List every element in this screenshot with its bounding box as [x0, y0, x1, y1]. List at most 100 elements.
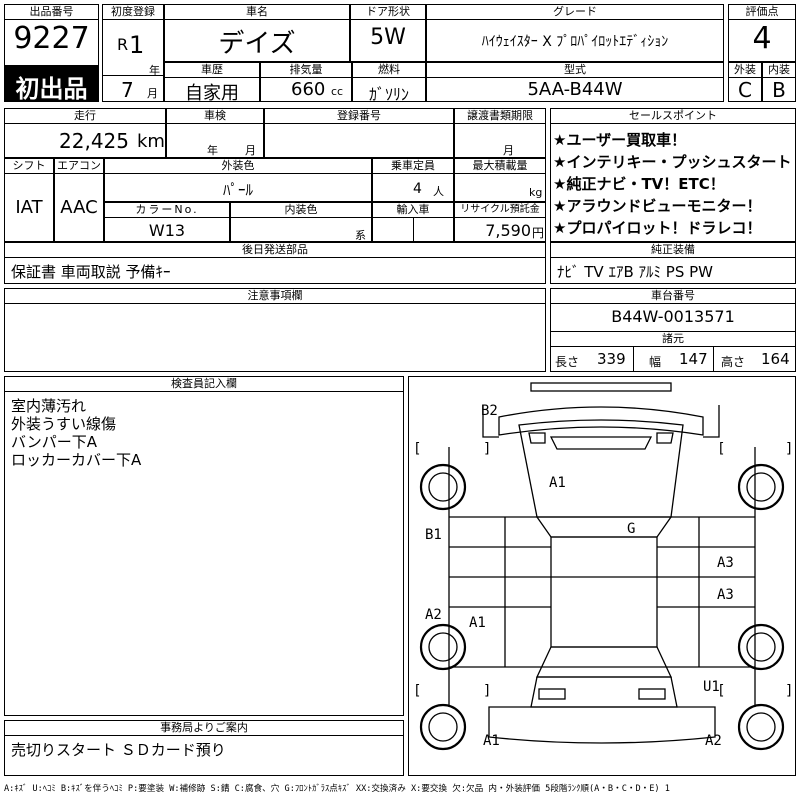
mileage-label: 走行 [5, 109, 165, 124]
bracket: ] [483, 683, 491, 699]
first-listing-text: 初出品 [15, 75, 88, 103]
ac-label: エアコン [55, 159, 103, 174]
lot-no-label: 出品番号 [5, 5, 98, 20]
displacement: 660 [291, 79, 326, 100]
score: 4 [752, 21, 772, 56]
sales-points-box: セールスポイント ★ユーザー買取車！ ★インテリキー・プッシュスタート ★純正ナ… [550, 108, 796, 242]
history-box: 車歴 自家用 [164, 62, 260, 104]
displacement-box: 排気量 660 cc [260, 62, 352, 102]
car-damage-diagram: B2 A1 G B1 A3 A3 A2 A1 U1 A1 A2 [ ] [ ] … [413, 382, 793, 751]
month-unit: 月 [147, 87, 158, 100]
int-grade: B [772, 78, 786, 102]
color-box: 外装色 ﾊﾟｰﾙ [104, 158, 372, 202]
later-parts: 保証書 車両取説 予備ｷｰ [11, 263, 171, 281]
seats-unit: 人 [433, 185, 444, 198]
length-label: 長さ [555, 355, 580, 369]
yen-unit: 円 [532, 226, 545, 240]
door-label: ドア形状 [351, 5, 425, 20]
recycle: 7,590 [485, 221, 531, 240]
ac-box: エアコン AAC [54, 158, 104, 242]
inspection-month-unit: 月 [245, 144, 256, 157]
mark-g-windshield: G [627, 521, 635, 537]
lot-no: 9227 [13, 21, 90, 56]
history-label: 車歴 [165, 63, 259, 78]
first-reg-label: 初度登録 [103, 5, 163, 20]
chassis-label: 車台番号 [551, 289, 795, 304]
score-label: 評価点 [729, 5, 795, 20]
oem-equipment: ﾅﾋﾞ TV ｴｱB ｱﾙﾐ PS PW [557, 263, 713, 281]
int-color-unit: 系 [355, 229, 366, 242]
fuel-label: 燃料 [353, 63, 425, 78]
length: 339 [597, 350, 626, 368]
office-note: 売切りスタート ＳＤカード預り [11, 741, 226, 759]
color: ﾊﾟｰﾙ [222, 181, 253, 199]
grade-label: グレード [427, 5, 723, 20]
seats: 4 [413, 181, 422, 197]
lot-no-box: 出品番号 9227 [4, 4, 99, 66]
sales-point-3: ★純正ナビ・TV！ETC！ [553, 175, 725, 193]
ac: AAC [60, 197, 98, 218]
bracket: ] [785, 683, 793, 699]
car-name: デイズ [218, 29, 296, 59]
ext-grade-box: 外装 C [728, 62, 762, 102]
bracket: [ [717, 441, 725, 457]
bracket: [ [413, 683, 421, 699]
plate-label: 登録番号 [265, 109, 453, 124]
color-no-label: カラーNo. [105, 203, 229, 218]
mark-a1-hood: A1 [549, 475, 566, 491]
mark-a1-rear: A1 [483, 733, 500, 749]
mark-b2: B2 [481, 403, 498, 419]
load-box: 最大積載量 kg [454, 158, 546, 202]
color-label: 外装色 [105, 159, 371, 174]
car-name-box: 車名 デイズ [164, 4, 350, 62]
fuel: ｶﾞｿﾘﾝ [368, 85, 409, 104]
km-unit: km [137, 131, 165, 152]
recycle-box: リサイクル預託金 7,590 円 [454, 202, 546, 242]
import-label: 輸入車 [373, 203, 453, 218]
reg-year: 1 [129, 31, 145, 59]
model-label: 型式 [427, 63, 723, 78]
first-listing-badge: 初出品 [4, 66, 99, 103]
seats-label: 乗車定員 [373, 159, 453, 174]
grade-box: グレード ﾊｲｳｪｲｽﾀｰ X ﾌﾟﾛﾊﾟｲﾛｯﾄｴﾃﾞｨｼｮﾝ [426, 4, 724, 62]
bracket: ] [483, 441, 491, 457]
door-box: ドア形状 5W [350, 4, 426, 62]
int-color-box: 内装色 系 [230, 202, 372, 242]
mark-b1: B1 [425, 527, 442, 543]
door-type: 5W [370, 25, 406, 50]
score-box: 評価点 4 [728, 4, 796, 62]
reg-month: 7 [121, 78, 134, 102]
fuel-box: 燃料 ｶﾞｿﾘﾝ [352, 62, 426, 104]
bracket: [ [413, 441, 421, 457]
height: 164 [761, 350, 790, 368]
shift-label: シフト [5, 159, 53, 174]
recycle-label: リサイクル預託金 [455, 203, 545, 218]
plate-box: 登録番号 [264, 108, 454, 158]
color-no: W13 [148, 221, 186, 240]
history: 自家用 [185, 83, 239, 104]
office-box: 事務局よりご案内 売切りスタート ＳＤカード預り [4, 720, 404, 776]
shift-box: シフト IAT [4, 158, 54, 242]
transfer-month-unit: 月 [503, 144, 514, 157]
cc-unit: cc [331, 85, 344, 98]
load-unit: kg [529, 186, 543, 199]
sales-point-1: ★ユーザー買取車！ [553, 131, 687, 149]
inspection-label: 車検 [167, 109, 263, 124]
mark-a2-left: A2 [425, 607, 442, 623]
bracket: [ [717, 683, 725, 699]
sales-point-4: ★アラウンドビューモニター！ [553, 197, 762, 215]
int-grade-box: 内装 B [762, 62, 796, 102]
notes-box: 注意事項欄 [4, 288, 546, 372]
inspection-year-unit: 年 [207, 144, 218, 157]
chassis-number: B44W-0013571 [611, 307, 735, 326]
dims-label: 諸元 [551, 332, 795, 347]
office-label: 事務局よりご案内 [5, 721, 403, 736]
ext-grade: C [738, 78, 752, 102]
mark-a1-left: A1 [469, 615, 486, 631]
import-box: 輸入車 [372, 202, 454, 242]
mark-a2-rear: A2 [705, 733, 722, 749]
oem-equipment-box: 純正装備 ﾅﾋﾞ TV ｴｱB ｱﾙﾐ PS PW [550, 242, 796, 284]
mileage-box: 走行 22,425 km [4, 108, 166, 158]
load-label: 最大積載量 [455, 159, 545, 174]
inspector-box: 検査員記入欄 室内薄汚れ 外装うすい線傷 バンパー下A ロッカーカバー下A [4, 376, 404, 716]
